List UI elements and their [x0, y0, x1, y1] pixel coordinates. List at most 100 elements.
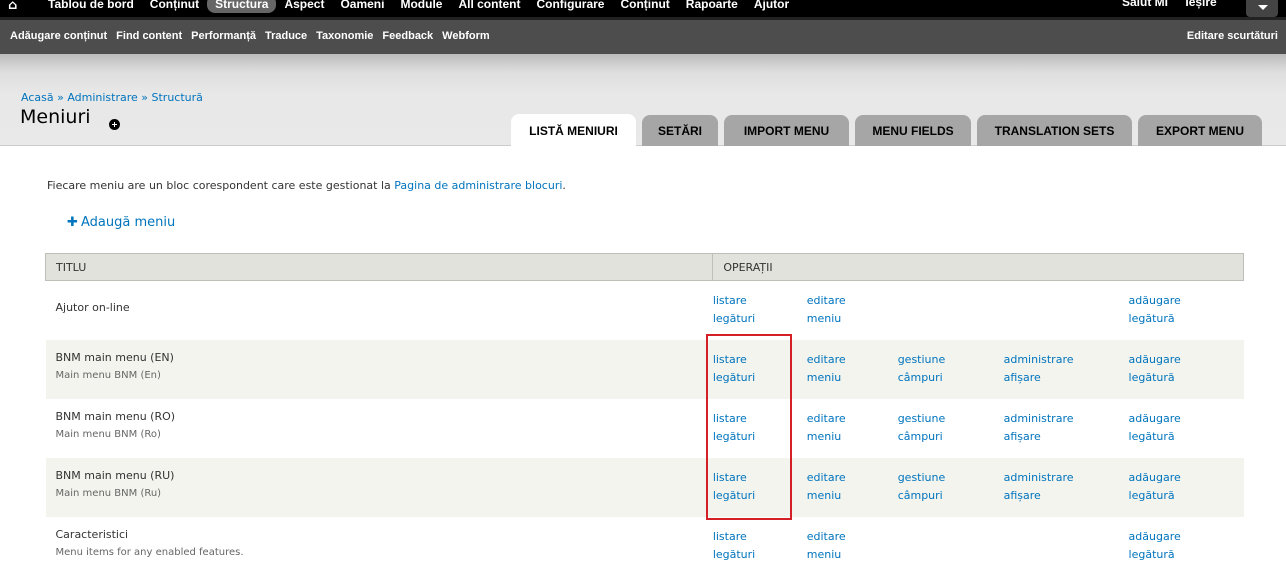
op-label: câmpuri — [897, 488, 943, 502]
cell-operation: adăugare legătură — [1128, 398, 1244, 458]
op-label: editare — [806, 470, 846, 484]
op-list-links-link[interactable]: listare legături — [713, 528, 807, 564]
op-list-links-link[interactable]: listare legături — [713, 292, 807, 328]
menu-item-people[interactable]: Oameni — [332, 0, 392, 13]
op-label: editare — [806, 294, 846, 307]
home-icon[interactable]: ⌂ — [8, 0, 22, 13]
table-row: Caracteristici Menu items for any enabled… — [45, 516, 1244, 576]
tab-settings[interactable]: SETĂRI — [642, 115, 718, 146]
user-area: Salut MI Ieșire — [1122, 0, 1217, 9]
op-label: adăugare — [1128, 294, 1181, 307]
op-label: gestiune — [897, 352, 946, 366]
menu-description: Main menu BNM (En) — [55, 369, 161, 381]
menu-item-structure[interactable]: Structura — [207, 0, 277, 13]
op-label: legături — [712, 312, 756, 325]
tab-import-menu[interactable]: IMPORT MENU — [724, 115, 849, 146]
shortcut-webform[interactable]: Webform — [442, 30, 489, 42]
op-label: legătură — [1128, 547, 1175, 561]
shortcut-translate[interactable]: Traduce — [265, 30, 307, 42]
admin-menu: Tablou de bord Conținut Structura Aspect… — [40, 0, 797, 13]
table-row: BNM main menu (RO) Main menu BNM (Ro) list… — [45, 398, 1244, 458]
cell-operation: gestiune câmpuri — [897, 398, 1004, 458]
user-greeting: Salut MI — [1122, 0, 1169, 9]
plus-icon: ✚ — [67, 215, 78, 230]
cell-title: Caracteristici Menu items for any enabled… — [45, 516, 713, 576]
cell-operation: editare meniu — [806, 339, 898, 399]
menu-item-dashboard[interactable]: Tablou de bord — [40, 0, 142, 13]
op-label: meniu — [806, 547, 842, 561]
cell-operation: editare meniu — [806, 457, 898, 517]
table-row: BNM main menu (EN) Main menu BNM (En) list… — [45, 339, 1244, 399]
cell-operation: listare legături — [712, 280, 807, 340]
op-manage-display-link[interactable]: administrare afișare — [1004, 351, 1129, 387]
tab-menu-fields[interactable]: MENU FIELDS — [855, 115, 971, 146]
op-edit-menu-link[interactable]: editare meniu — [807, 351, 898, 387]
op-add-link-link[interactable]: adăugare legătură — [1129, 292, 1244, 328]
op-edit-menu-link[interactable]: editare meniu — [807, 410, 898, 446]
op-label: gestiune — [897, 470, 946, 484]
tab-translation-sets[interactable]: TRANSLATION SETS — [977, 115, 1132, 146]
logout-link[interactable]: Ieșire — [1185, 0, 1216, 9]
op-label: administrare — [1003, 411, 1074, 425]
menu-item-configuration[interactable]: Configurare — [528, 0, 612, 13]
op-label: meniu — [806, 312, 842, 325]
menu-item-all-content[interactable]: All content — [450, 0, 528, 13]
shortcut-taxonomy[interactable]: Taxonomie — [316, 30, 373, 42]
menus-table: TITLU OPERAȚII Ajutor on-line listare legă… — [44, 253, 1244, 576]
shortcut-find-content[interactable]: Find content — [116, 30, 182, 42]
menu-title: BNM main menu (RU) — [55, 468, 175, 482]
op-label: afișare — [1003, 429, 1041, 443]
edit-shortcuts-link[interactable]: Editare scurtături — [1187, 30, 1278, 42]
op-manage-fields-link[interactable]: gestiune câmpuri — [898, 469, 1004, 505]
op-edit-menu-link[interactable]: editare meniu — [807, 528, 898, 564]
block-admin-link[interactable]: Pagina de administrare blocuri — [394, 179, 562, 192]
intro-text: Fiecare meniu are un bloc corespondent c… — [47, 179, 566, 192]
breadcrumb[interactable]: Acasă » Administrare » Structură — [21, 91, 203, 104]
cell-operation — [897, 280, 1004, 340]
op-add-link-link[interactable]: adăugare legătură — [1129, 410, 1244, 446]
table-row: Ajutor on-line listare legături editare meni… — [45, 280, 1244, 340]
op-label: adăugare — [1128, 411, 1181, 425]
menu-title: Caracteristici — [55, 527, 129, 541]
op-label: legătură — [1128, 370, 1175, 384]
menu-item-modules[interactable]: Module — [392, 0, 450, 13]
menu-item-reports[interactable]: Rapoarte — [678, 0, 746, 13]
menu-item-appearance[interactable]: Aspect — [276, 0, 332, 13]
op-label: editare — [806, 411, 846, 425]
op-label: legătură — [1128, 488, 1175, 502]
op-label: gestiune — [897, 411, 946, 425]
menu-item-help[interactable]: Ajutor — [746, 0, 797, 13]
op-edit-menu-link[interactable]: editare meniu — [807, 292, 898, 328]
op-label: meniu — [806, 429, 842, 443]
op-manage-fields-link[interactable]: gestiune câmpuri — [898, 410, 1004, 446]
op-label: afișare — [1003, 370, 1041, 384]
shortcut-feedback[interactable]: Feedback — [382, 30, 433, 42]
op-add-link-link[interactable]: adăugare legătură — [1129, 469, 1244, 505]
op-manage-fields-link[interactable]: gestiune câmpuri — [898, 351, 1004, 387]
op-edit-menu-link[interactable]: editare meniu — [807, 469, 898, 505]
shortcut-add-content[interactable]: Adăugare conținut — [10, 30, 107, 42]
op-add-link-link[interactable]: adăugare legătură — [1129, 351, 1244, 387]
op-manage-display-link[interactable]: administrare afișare — [1004, 469, 1129, 505]
menu-item-content-2[interactable]: Conținut — [612, 0, 677, 13]
op-label: meniu — [806, 370, 842, 384]
op-label: câmpuri — [897, 429, 943, 443]
op-label: legături — [712, 547, 756, 561]
tab-export-menu[interactable]: EXPORT MENU — [1138, 115, 1262, 146]
tab-menu-list[interactable]: LISTĂ MENIURI — [511, 114, 636, 147]
op-manage-display-link[interactable]: administrare afișare — [1004, 410, 1129, 446]
add-shortcut-icon[interactable] — [109, 119, 120, 130]
cell-title: Ajutor on-line — [45, 280, 713, 340]
op-add-link-link[interactable]: adăugare legătură — [1129, 528, 1244, 564]
shortcut-performance[interactable]: Performanță — [191, 30, 256, 42]
add-menu-link[interactable]: ✚ Adaugă meniu — [67, 215, 175, 230]
op-label: adăugare — [1128, 470, 1181, 484]
menu-title: Ajutor on-line — [55, 301, 130, 314]
highlight-box — [706, 334, 792, 520]
menu-description: Menu items for any enabled features. — [55, 546, 244, 558]
cell-operation: editare meniu — [806, 516, 898, 576]
toolbar-toggle-icon[interactable] — [1246, 0, 1278, 17]
menu-item-content[interactable]: Conținut — [142, 0, 207, 13]
op-label: listare — [712, 529, 747, 543]
admin-toolbar: ⌂ Tablou de bord Conținut Structura Aspe… — [0, 0, 1286, 17]
